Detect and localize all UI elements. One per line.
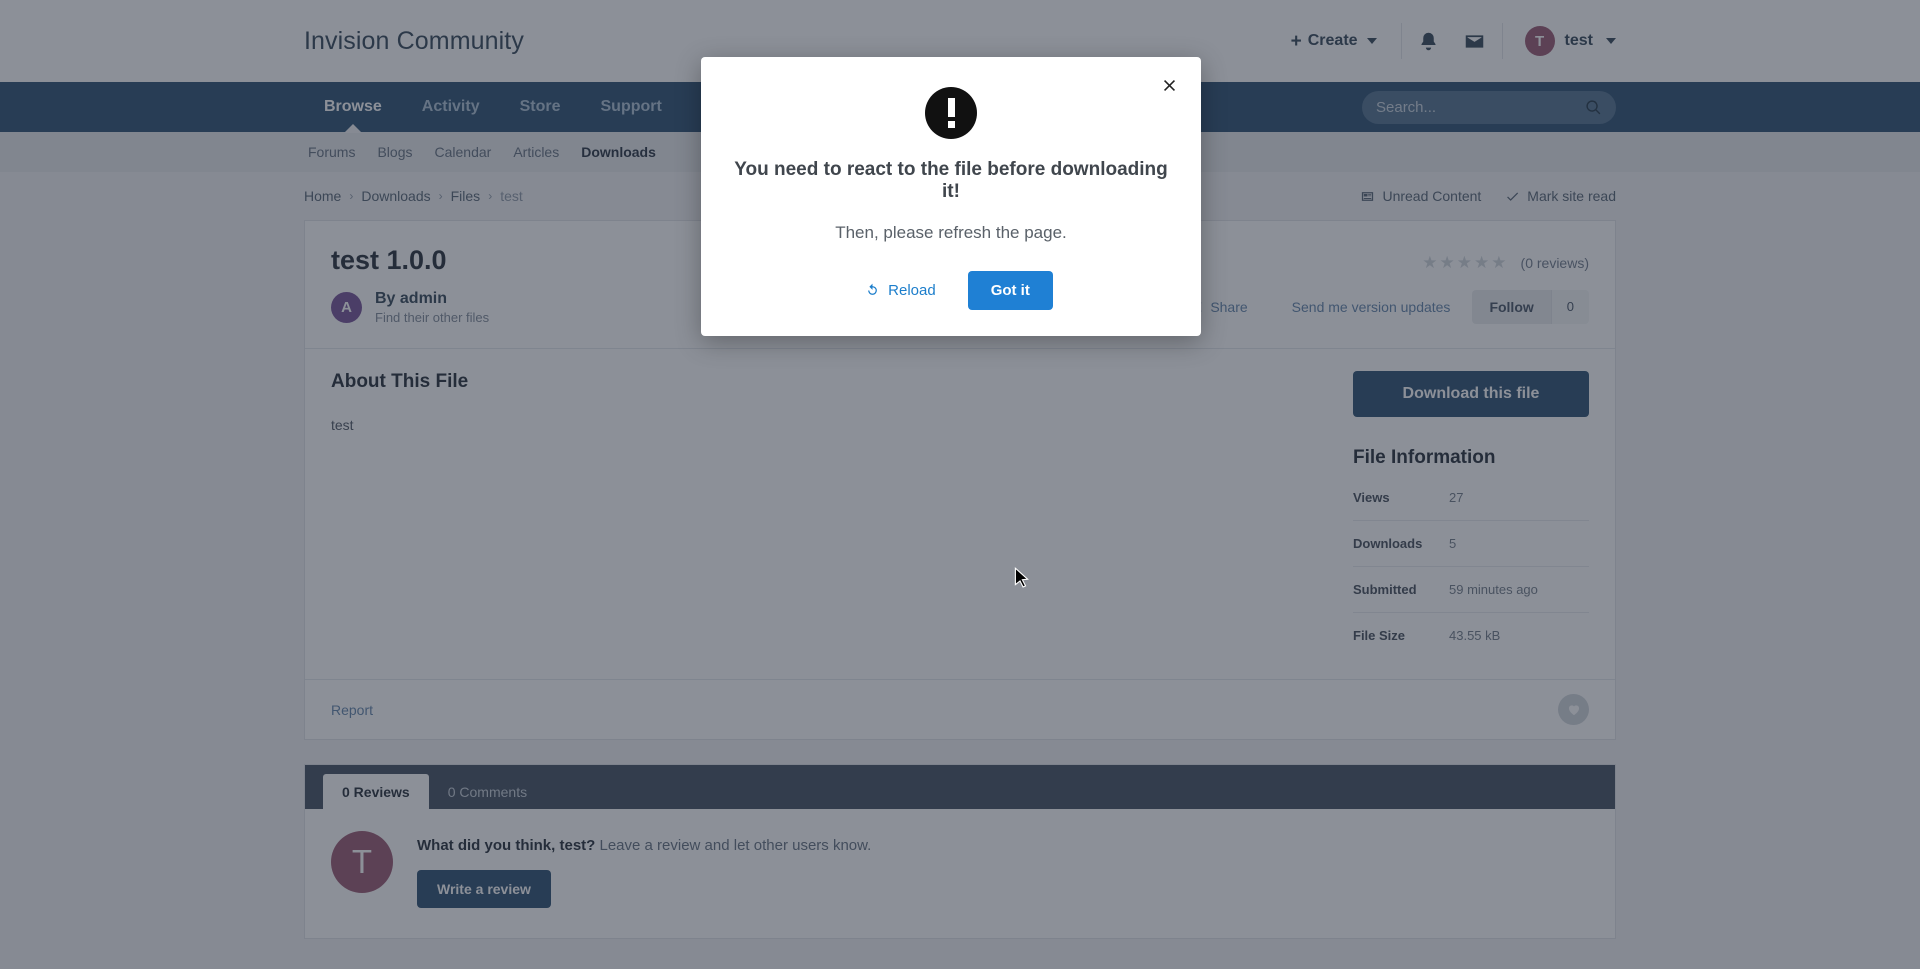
close-icon [1163, 79, 1175, 91]
refresh-icon [868, 283, 878, 295]
reload-label: Reload [888, 282, 936, 299]
modal-subtitle: Then, please refresh the page. [835, 223, 1067, 242]
got-it-button[interactable]: Got it [967, 271, 1053, 310]
page-root: Invision Community + Create T test Brows… [0, 0, 1920, 969]
react-required-modal: You need to react to the file before dow… [701, 57, 1201, 336]
modal-actions: Reload Got it [701, 271, 1201, 310]
modal-title: You need to react to the file before dow… [734, 159, 1168, 202]
exclamation-icon [925, 87, 977, 139]
modal-icon-wrap [701, 87, 1201, 139]
reload-button[interactable]: Reload [849, 272, 952, 309]
close-button[interactable] [1155, 71, 1183, 99]
mouse-cursor [1014, 566, 1029, 594]
